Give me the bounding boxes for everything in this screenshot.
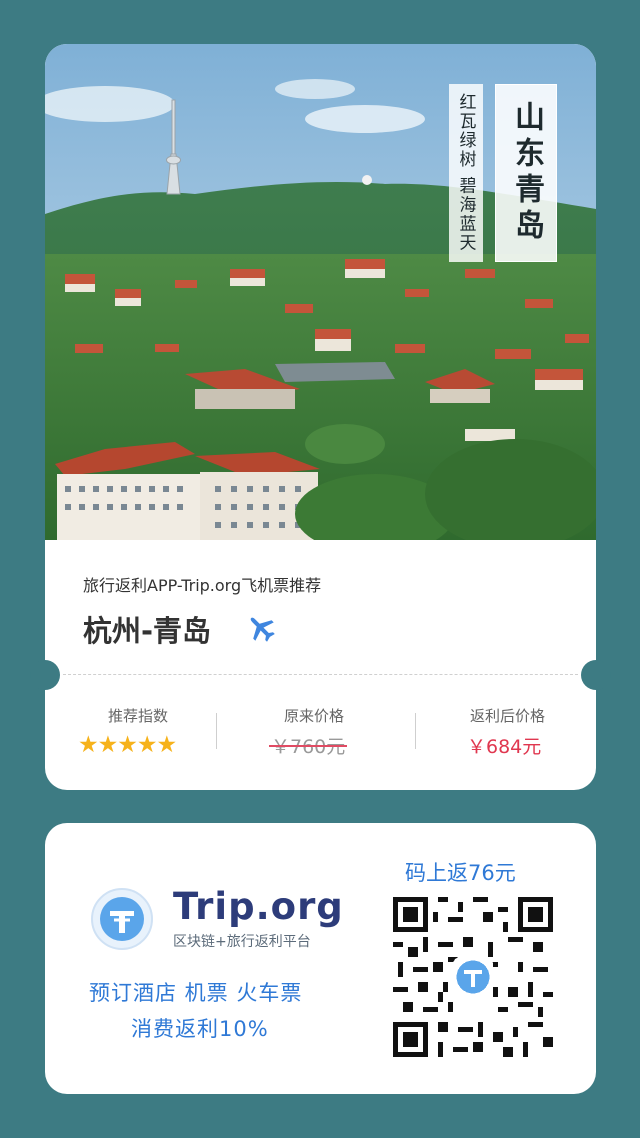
brand-name: Trip.org: [173, 885, 344, 928]
ticket-notch-right: [581, 660, 611, 690]
promo-card: Trip.org 区块链+旅行返利平台 预订酒店 机票 火车票 消费返利10% …: [45, 823, 596, 1094]
original-price-label: 原来价格: [284, 707, 345, 725]
stat-separator: [415, 713, 416, 749]
stat-separator: [216, 713, 217, 749]
original-price-value: ￥760元: [271, 736, 346, 758]
poster-title: 山东青岛: [495, 84, 557, 262]
brand-tagline: 区块链+旅行返利平台: [173, 934, 311, 950]
route-title: 杭州-青岛: [83, 614, 212, 648]
qingdao-photo: 红瓦绿树 碧海蓝天 山东青岛: [45, 44, 596, 540]
rating-stars: ★★★★★: [78, 732, 177, 758]
rebate-price-label: 返利后价格: [470, 707, 546, 725]
qr-code[interactable]: [393, 897, 553, 1057]
ticket-caption: 旅行返利APP-Trip.org飞机票推荐: [83, 576, 322, 595]
ticket-notch-left: [30, 660, 60, 690]
price-strikethrough: [269, 745, 348, 747]
ticket-divider: [63, 674, 578, 675]
flight-ticket-card: 红瓦绿树 碧海蓝天 山东青岛 旅行返利APP-Trip.org飞机票推荐 杭州-…: [45, 44, 596, 790]
airplane-icon: [245, 612, 277, 644]
poster-subtitle: 红瓦绿树 碧海蓝天: [449, 84, 483, 262]
rebate-price: ￥684元: [467, 736, 542, 758]
recommend-label: 推荐指数: [108, 707, 169, 725]
trip-logo-icon: [90, 887, 154, 951]
promo-line-1: 预订酒店 机票 火车票: [89, 981, 303, 1005]
promo-line-2: 消费返利10%: [131, 1017, 269, 1041]
original-price: ￥760元: [269, 732, 348, 759]
qr-title: 码上返76元: [405, 861, 516, 885]
